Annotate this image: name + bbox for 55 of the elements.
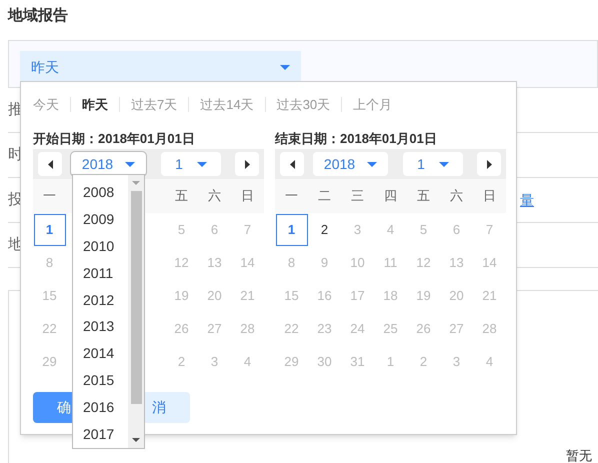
year-option[interactable]: 2009 <box>73 206 128 233</box>
calendar-day[interactable]: 2 <box>308 214 340 246</box>
right-arrow-icon <box>486 160 492 168</box>
form-link[interactable]: 量 <box>520 190 534 210</box>
year-select[interactable]: 2018 <box>71 152 146 176</box>
year-option[interactable]: 2015 <box>73 367 128 394</box>
year-option[interactable]: 2013 <box>73 314 128 340</box>
next-month-button[interactable] <box>477 152 501 176</box>
year-option[interactable]: 2010 <box>73 232 128 260</box>
caret-icon <box>367 162 378 166</box>
year-option[interactable]: 2017 <box>73 421 128 448</box>
month-select[interactable]: 1 <box>161 152 221 176</box>
left-arrow-icon <box>48 160 52 168</box>
weekday-label: 日 <box>240 187 255 206</box>
empty-text: 暂无 <box>566 449 592 463</box>
year-select[interactable]: 2018 <box>313 152 388 176</box>
left-arrow-icon <box>290 160 294 168</box>
quick-range-tab[interactable]: 今天 <box>33 94 59 114</box>
weekday-label: 三 <box>350 187 365 206</box>
year-option[interactable]: 2008 <box>73 179 128 206</box>
quick-range-tab[interactable]: 上个月 <box>353 94 392 114</box>
weekday-label: 六 <box>207 187 222 206</box>
year-option[interactable]: 2012 <box>73 286 128 314</box>
month-select[interactable]: 1 <box>403 152 463 176</box>
scroll-up-icon <box>132 181 140 185</box>
calendar-header: 结束日期：2018年01月01日 <box>275 130 438 148</box>
weekday-label: 五 <box>416 187 431 206</box>
quick-range-tab[interactable]: 过去30天 <box>276 94 330 114</box>
form-label: 时 <box>8 144 23 165</box>
previous-month-button[interactable] <box>38 152 62 176</box>
calendar-day[interactable]: 1 <box>276 214 308 246</box>
next-month-button[interactable] <box>235 152 259 176</box>
weekday-label: 六 <box>449 187 464 206</box>
quick-range-tab[interactable]: 过去14天 <box>200 94 254 114</box>
weekday-label: 一 <box>284 187 299 206</box>
year-option[interactable]: 2011 <box>73 260 128 287</box>
year-option[interactable]: 2014 <box>73 340 128 368</box>
scrollbar[interactable] <box>128 175 144 448</box>
scroll-down-icon <box>132 438 140 442</box>
caret-icon <box>196 162 207 166</box>
previous-month-button[interactable] <box>280 152 304 176</box>
calendar-header: 开始日期：2018年01月01日 <box>33 130 196 148</box>
weekday-label: 日 <box>482 187 497 206</box>
page-title: 地域报告 <box>8 6 68 26</box>
quick-range-tab[interactable]: 过去7天 <box>131 94 178 114</box>
caret-icon <box>125 162 136 166</box>
weekday-label: 二 <box>317 187 332 206</box>
weekday-label: 四 <box>383 187 398 206</box>
calendar-day[interactable]: 1 <box>34 214 66 246</box>
right-arrow-icon <box>244 160 250 168</box>
caret-icon <box>438 162 449 166</box>
weekday-label: 五 <box>174 187 189 206</box>
quick-range-tab[interactable]: 昨天 <box>82 94 108 114</box>
caret-icon <box>280 65 290 70</box>
weekday-label: 一 <box>42 187 57 206</box>
